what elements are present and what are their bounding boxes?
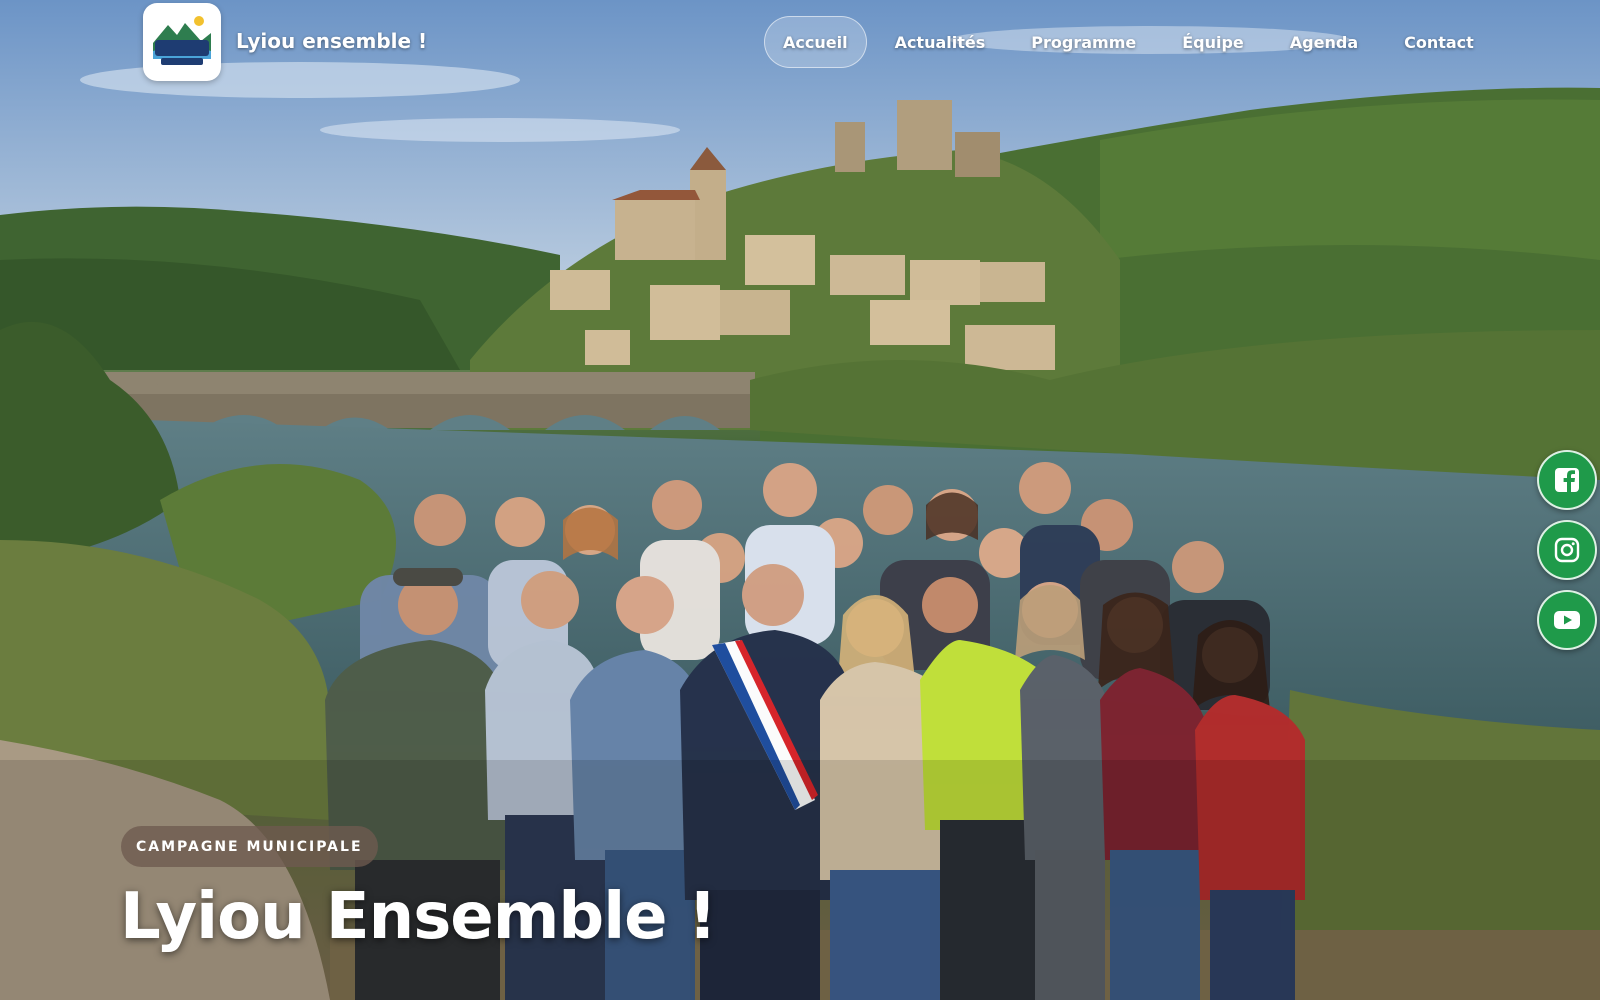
top-navigation: Lyiou ensemble ! Accueil Actualités Prog… [0,0,1600,90]
nav-item-actualites[interactable]: Actualités [877,17,1004,67]
site-name[interactable]: Lyiou ensemble ! [236,29,427,53]
nav-item-contact[interactable]: Contact [1386,17,1492,67]
facebook-icon [1555,468,1579,492]
facebook-button[interactable] [1537,450,1597,510]
instagram-button[interactable] [1537,520,1597,580]
youtube-icon [1554,611,1580,629]
campaign-badge: CAMPAGNE MUNICIPALE [121,826,378,867]
nav-item-accueil[interactable]: Accueil [764,16,867,68]
main-menu: Accueil Actualités Programme Équipe Agen… [764,16,1502,68]
nav-item-agenda[interactable]: Agenda [1272,17,1376,67]
nav-item-programme[interactable]: Programme [1013,17,1154,67]
hero-title: Lyiou Ensemble ! [120,880,717,954]
youtube-button[interactable] [1537,590,1597,650]
logo-emblem-icon [149,9,215,75]
nav-item-equipe[interactable]: Équipe [1164,17,1262,67]
site-logo[interactable] [143,3,221,81]
hero-section: Lyiou ensemble ! Accueil Actualités Prog… [0,0,1600,1000]
instagram-icon [1554,537,1580,563]
